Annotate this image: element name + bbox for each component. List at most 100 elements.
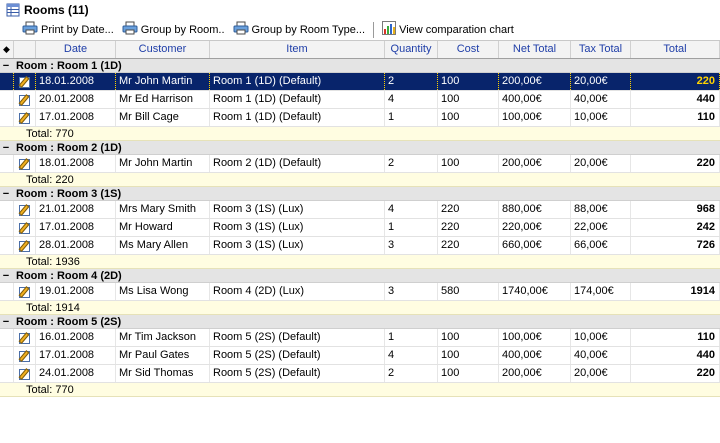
cell-item[interactable]: Room 5 (2S) (Default) bbox=[210, 329, 385, 346]
column-header-net-total[interactable]: Net Total bbox=[499, 41, 571, 58]
cell-cost[interactable]: 100 bbox=[438, 329, 499, 346]
column-header-date[interactable]: Date bbox=[36, 41, 116, 58]
collapse-toggle[interactable]: − bbox=[0, 188, 12, 199]
row-indicator[interactable] bbox=[0, 237, 14, 254]
row-edit-cell[interactable] bbox=[14, 237, 36, 254]
row-edit-cell[interactable] bbox=[14, 347, 36, 364]
cell-cost[interactable]: 100 bbox=[438, 347, 499, 364]
cell-date[interactable]: 17.01.2008 bbox=[36, 109, 116, 126]
cell-customer[interactable]: Mr Howard bbox=[116, 219, 210, 236]
collapse-toggle[interactable]: − bbox=[0, 142, 12, 153]
cell-tax-total[interactable]: 40,00€ bbox=[571, 91, 631, 108]
view-chart-button[interactable]: View comparation chart bbox=[382, 21, 514, 38]
cell-customer[interactable]: Ms Mary Allen bbox=[116, 237, 210, 254]
group-header[interactable]: − Room : Room 4 (2D) bbox=[0, 269, 720, 283]
collapse-toggle[interactable]: − bbox=[0, 270, 12, 281]
cell-customer[interactable]: Mr Sid Thomas bbox=[116, 365, 210, 382]
cell-cost[interactable]: 100 bbox=[438, 73, 499, 90]
table-row[interactable]: 18.01.2008 Mr John Martin Room 1 (1D) (Def… bbox=[0, 73, 720, 91]
cell-quantity[interactable]: 4 bbox=[385, 201, 438, 218]
edit-icon[interactable] bbox=[18, 111, 32, 125]
cell-tax-total[interactable]: 88,00€ bbox=[571, 201, 631, 218]
cell-date[interactable]: 20.01.2008 bbox=[36, 91, 116, 108]
cell-customer[interactable]: Ms Lisa Wong bbox=[116, 283, 210, 300]
cell-net-total[interactable]: 1740,00€ bbox=[499, 283, 571, 300]
row-indicator[interactable] bbox=[0, 109, 14, 126]
cell-total[interactable]: 220 bbox=[631, 73, 720, 90]
row-indicator[interactable] bbox=[0, 219, 14, 236]
cell-customer[interactable]: Mr Paul Gates bbox=[116, 347, 210, 364]
cell-tax-total[interactable]: 20,00€ bbox=[571, 155, 631, 172]
cell-net-total[interactable]: 400,00€ bbox=[499, 91, 571, 108]
cell-cost[interactable]: 100 bbox=[438, 91, 499, 108]
group-by-room-button[interactable]: Group by Room.. bbox=[122, 21, 225, 38]
cell-total[interactable]: 242 bbox=[631, 219, 720, 236]
cell-customer[interactable]: Mr Tim Jackson bbox=[116, 329, 210, 346]
cell-total[interactable]: 110 bbox=[631, 109, 720, 126]
cell-quantity[interactable]: 2 bbox=[385, 365, 438, 382]
edit-icon[interactable] bbox=[18, 75, 32, 89]
row-indicator[interactable] bbox=[0, 73, 14, 90]
row-edit-cell[interactable] bbox=[14, 365, 36, 382]
edit-icon[interactable] bbox=[18, 221, 32, 235]
cell-tax-total[interactable]: 20,00€ bbox=[571, 365, 631, 382]
cell-item[interactable]: Room 5 (2S) (Default) bbox=[210, 347, 385, 364]
cell-date[interactable]: 21.01.2008 bbox=[36, 201, 116, 218]
cell-quantity[interactable]: 1 bbox=[385, 219, 438, 236]
edit-icon[interactable] bbox=[18, 285, 32, 299]
cell-customer[interactable]: Mr John Martin bbox=[116, 155, 210, 172]
cell-total[interactable]: 1914 bbox=[631, 283, 720, 300]
collapse-toggle[interactable]: − bbox=[0, 316, 12, 327]
cell-item[interactable]: Room 5 (2S) (Default) bbox=[210, 365, 385, 382]
table-row[interactable]: 18.01.2008 Mr John Martin Room 2 (1D) (Def… bbox=[0, 155, 720, 173]
cell-quantity[interactable]: 4 bbox=[385, 347, 438, 364]
row-edit-cell[interactable] bbox=[14, 201, 36, 218]
row-indicator[interactable] bbox=[0, 283, 14, 300]
cell-net-total[interactable]: 100,00€ bbox=[499, 109, 571, 126]
table-row[interactable]: 16.01.2008 Mr Tim Jackson Room 5 (2S) (Def… bbox=[0, 329, 720, 347]
cell-tax-total[interactable]: 20,00€ bbox=[571, 73, 631, 90]
row-edit-cell[interactable] bbox=[14, 73, 36, 90]
cell-net-total[interactable]: 200,00€ bbox=[499, 73, 571, 90]
table-row[interactable]: 17.01.2008 Mr Bill Cage Room 1 (1D) (Defau… bbox=[0, 109, 720, 127]
table-row[interactable]: 20.01.2008 Mr Ed Harrison Room 1 (1D) (Def… bbox=[0, 91, 720, 109]
row-edit-cell[interactable] bbox=[14, 155, 36, 172]
cell-cost[interactable]: 100 bbox=[438, 155, 499, 172]
group-header[interactable]: − Room : Room 1 (1D) bbox=[0, 59, 720, 73]
cell-date[interactable]: 18.01.2008 bbox=[36, 73, 116, 90]
cell-customer[interactable]: Mr Ed Harrison bbox=[116, 91, 210, 108]
cell-date[interactable]: 17.01.2008 bbox=[36, 347, 116, 364]
cell-total[interactable]: 726 bbox=[631, 237, 720, 254]
column-header-customer[interactable]: Customer bbox=[116, 41, 210, 58]
cell-item[interactable]: Room 1 (1D) (Default) bbox=[210, 91, 385, 108]
row-indicator[interactable] bbox=[0, 329, 14, 346]
cell-quantity[interactable]: 3 bbox=[385, 237, 438, 254]
edit-icon[interactable] bbox=[18, 349, 32, 363]
cell-quantity[interactable]: 1 bbox=[385, 329, 438, 346]
cell-date[interactable]: 28.01.2008 bbox=[36, 237, 116, 254]
cell-tax-total[interactable]: 174,00€ bbox=[571, 283, 631, 300]
edit-icon[interactable] bbox=[18, 93, 32, 107]
row-indicator[interactable] bbox=[0, 155, 14, 172]
cell-total[interactable]: 220 bbox=[631, 365, 720, 382]
cell-item[interactable]: Room 3 (1S) (Lux) bbox=[210, 219, 385, 236]
cell-tax-total[interactable]: 66,00€ bbox=[571, 237, 631, 254]
table-row[interactable]: 17.01.2008 Mr Howard Room 3 (1S) (Lux) 1 220… bbox=[0, 219, 720, 237]
edit-icon[interactable] bbox=[18, 239, 32, 253]
edit-icon[interactable] bbox=[18, 367, 32, 381]
column-header-total[interactable]: Total bbox=[631, 41, 720, 58]
cell-net-total[interactable]: 100,00€ bbox=[499, 329, 571, 346]
cell-tax-total[interactable]: 10,00€ bbox=[571, 109, 631, 126]
cell-tax-total[interactable]: 10,00€ bbox=[571, 329, 631, 346]
cell-date[interactable]: 19.01.2008 bbox=[36, 283, 116, 300]
cell-net-total[interactable]: 880,00€ bbox=[499, 201, 571, 218]
cell-net-total[interactable]: 200,00€ bbox=[499, 155, 571, 172]
row-edit-cell[interactable] bbox=[14, 219, 36, 236]
cell-net-total[interactable]: 220,00€ bbox=[499, 219, 571, 236]
table-row[interactable]: 19.01.2008 Ms Lisa Wong Room 4 (2D) (Lux) 3… bbox=[0, 283, 720, 301]
cell-date[interactable]: 24.01.2008 bbox=[36, 365, 116, 382]
edit-icon[interactable] bbox=[18, 157, 32, 171]
row-indicator[interactable] bbox=[0, 91, 14, 108]
cell-cost[interactable]: 220 bbox=[438, 237, 499, 254]
row-edit-cell[interactable] bbox=[14, 91, 36, 108]
